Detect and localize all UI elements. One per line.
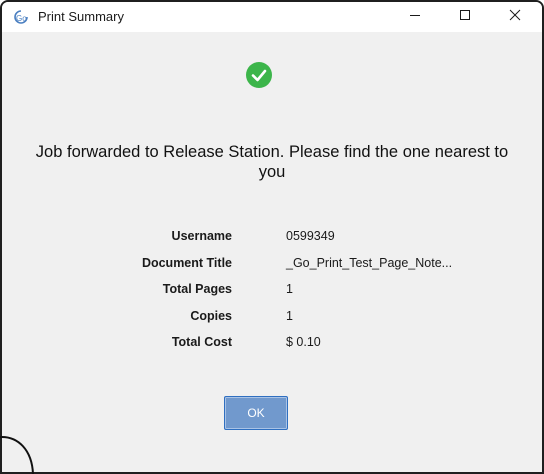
document-title-value: _Go_Print_Test_Page_Note... — [286, 256, 453, 270]
status-message: Job forwarded to Release Station. Please… — [35, 143, 509, 181]
copies-label: Copies — [190, 309, 232, 323]
svg-text:Go: Go — [16, 14, 27, 23]
print-summary-window: Go Print Summary Job forwarded to Releas… — [0, 0, 544, 474]
detail-row-total-cost: Total Cost $ 0.10 — [2, 335, 542, 355]
detail-row-document-title: Document Title _Go_Print_Test_Page_Note.… — [2, 256, 542, 276]
detail-row-copies: Copies 1 — [2, 309, 542, 329]
username-value: 0599349 — [286, 229, 335, 243]
success-check-icon — [245, 61, 273, 89]
copies-value: 1 — [286, 309, 293, 323]
maximize-button[interactable] — [442, 2, 488, 32]
title-bar[interactable]: Go Print Summary — [2, 2, 542, 32]
total-pages-label: Total Pages — [162, 282, 232, 296]
total-pages-value: 1 — [286, 282, 293, 296]
minimize-icon — [409, 8, 421, 26]
total-cost-value: $ 0.10 — [286, 335, 321, 349]
username-label: Username — [171, 229, 232, 243]
go-print-icon: Go — [13, 10, 29, 24]
total-cost-label: Total Cost — [171, 335, 232, 349]
detail-row-username: Username 0599349 — [2, 229, 542, 249]
minimize-button[interactable] — [392, 2, 438, 32]
page-corner-curve — [0, 435, 34, 474]
window-title: Print Summary — [38, 9, 124, 24]
detail-row-total-pages: Total Pages 1 — [2, 282, 542, 302]
close-button[interactable] — [492, 2, 538, 32]
close-icon — [509, 8, 521, 26]
dialog-content: Job forwarded to Release Station. Please… — [2, 32, 542, 472]
document-title-label: Document Title — [141, 256, 232, 270]
ok-button[interactable]: OK — [224, 396, 288, 430]
maximize-icon — [459, 8, 471, 26]
